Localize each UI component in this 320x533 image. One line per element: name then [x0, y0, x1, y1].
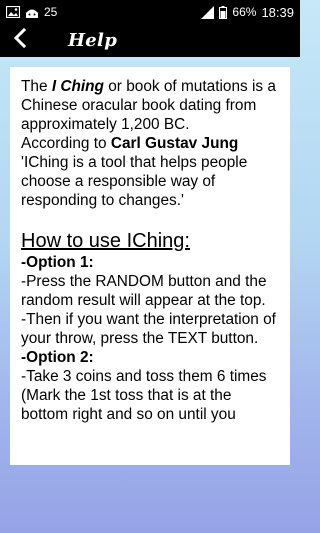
option1-label: -Option 1:	[21, 254, 94, 271]
option1-step2: -Then if you want the interpretation of …	[21, 311, 276, 347]
page-title: Help	[68, 30, 118, 51]
signal-value: 25	[44, 5, 58, 19]
option1-step1: -Press the RANDOM button and the random …	[21, 273, 267, 309]
jung-paragraph: According to Carl Gustav Jung	[21, 134, 282, 153]
option2-label: -Option 2:	[21, 349, 94, 366]
intro-text-start: The	[21, 78, 48, 95]
status-bar: 25 66% 18:39	[0, 0, 300, 24]
battery-icon	[219, 5, 228, 19]
android-face-icon	[25, 6, 39, 19]
jung-quote: 'IChing is a tool that helps people choo…	[21, 154, 248, 209]
how-to-heading: How to use IChing:	[21, 230, 190, 252]
battery-percent: 66%	[232, 5, 257, 19]
app-bar: Help	[0, 24, 300, 57]
chevron-left-icon	[13, 27, 27, 53]
back-button[interactable]	[0, 24, 40, 57]
help-content[interactable]: The I Ching or book of mutations is a Ch…	[10, 67, 290, 465]
option2-step1: -Take 3 coins and toss them 6 times (Mar…	[21, 368, 267, 423]
jung-name: Carl Gustav Jung	[110, 135, 239, 152]
intro-paragraph: The I Ching or book of mutations is a Ch…	[21, 77, 282, 134]
image-icon	[6, 6, 20, 18]
signal-strength-icon	[201, 5, 215, 19]
jung-intro-text: According to	[21, 135, 107, 152]
clock: 18:39	[261, 4, 294, 20]
i-ching-term: I Ching	[51, 78, 104, 95]
